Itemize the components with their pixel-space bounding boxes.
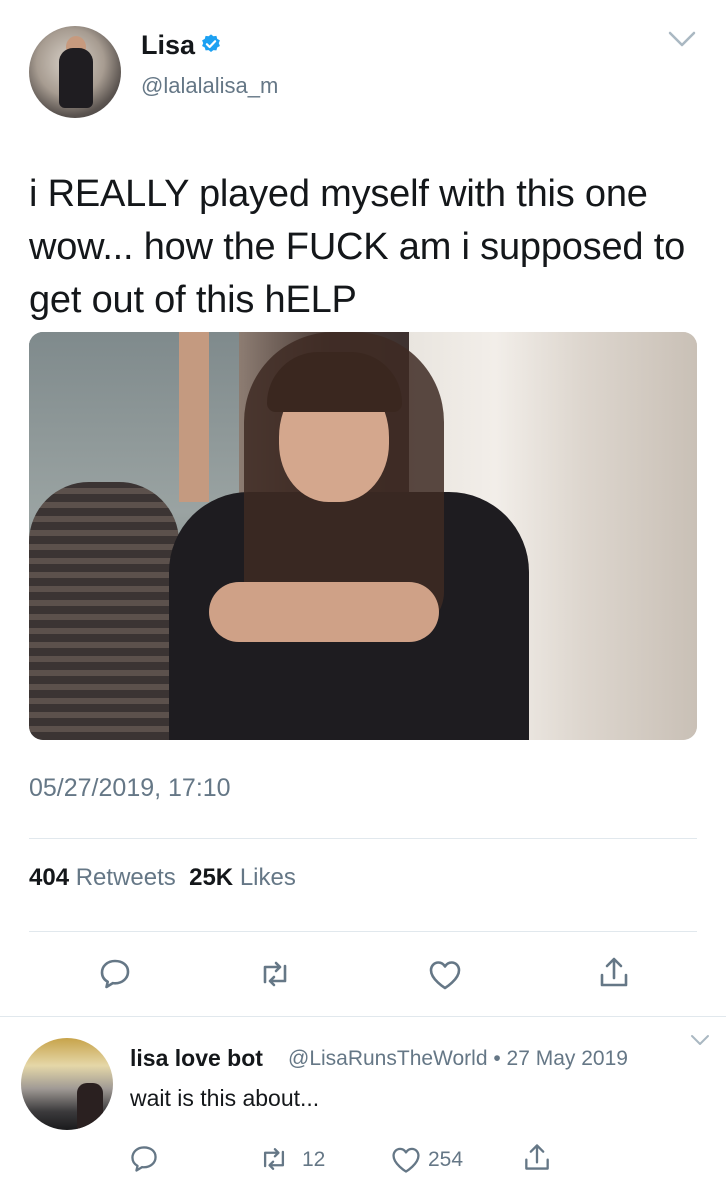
divider [0, 1016, 726, 1017]
tweet-stats: 404 Retweets 25K Likes [29, 864, 296, 892]
tweet-timestamp[interactable]: 05/27/2019, 17:10 [29, 774, 231, 803]
reply-icon[interactable] [97, 956, 133, 992]
reply-display-name[interactable]: lisa love bot [130, 1045, 263, 1072]
retweet-icon[interactable] [257, 956, 293, 992]
retweets-count: 404 [29, 864, 70, 891]
photo-pillow [29, 482, 179, 740]
tweet-media-photo[interactable] [29, 332, 697, 740]
retweets-label: Retweets [75, 864, 176, 891]
reply-icon[interactable] [128, 1143, 160, 1175]
divider [29, 931, 697, 932]
like-icon[interactable] [390, 1144, 422, 1176]
tweet-text: i REALLY played myself with this one wow… [29, 173, 686, 321]
share-icon[interactable] [596, 954, 632, 990]
avatar-figure-body [59, 48, 93, 108]
avatar-figure [77, 1083, 103, 1130]
retweet-icon[interactable] [258, 1143, 290, 1175]
photo-window-frame [179, 332, 209, 502]
handle[interactable]: @lalalalisa_m [141, 73, 278, 99]
avatar[interactable] [21, 1038, 113, 1130]
display-name[interactable]: Lisa [141, 30, 195, 61]
like-icon[interactable] [427, 957, 463, 993]
reply-likes-count: 254 [428, 1148, 464, 1171]
photo-person-hands [209, 582, 439, 642]
reply-text: wait is this about... [130, 1085, 320, 1111]
likes-stat[interactable]: 25K Likes [189, 864, 296, 891]
likes-count: 25K [189, 864, 234, 891]
chevron-down-icon[interactable] [668, 30, 696, 48]
reply-meta[interactable]: @LisaRunsTheWorld • 27 May 2019 [288, 1047, 628, 1071]
reply-retweets-count: 12 [302, 1148, 326, 1171]
likes-label: Likes [239, 864, 296, 891]
share-icon[interactable] [521, 1141, 553, 1173]
verified-icon [202, 34, 220, 52]
divider [29, 838, 697, 839]
tweet-header: Lisa @lalalalisa_m [0, 0, 726, 140]
avatar[interactable] [29, 26, 121, 118]
retweets-stat[interactable]: 404 Retweets [29, 864, 176, 891]
chevron-down-icon[interactable] [690, 1034, 710, 1047]
